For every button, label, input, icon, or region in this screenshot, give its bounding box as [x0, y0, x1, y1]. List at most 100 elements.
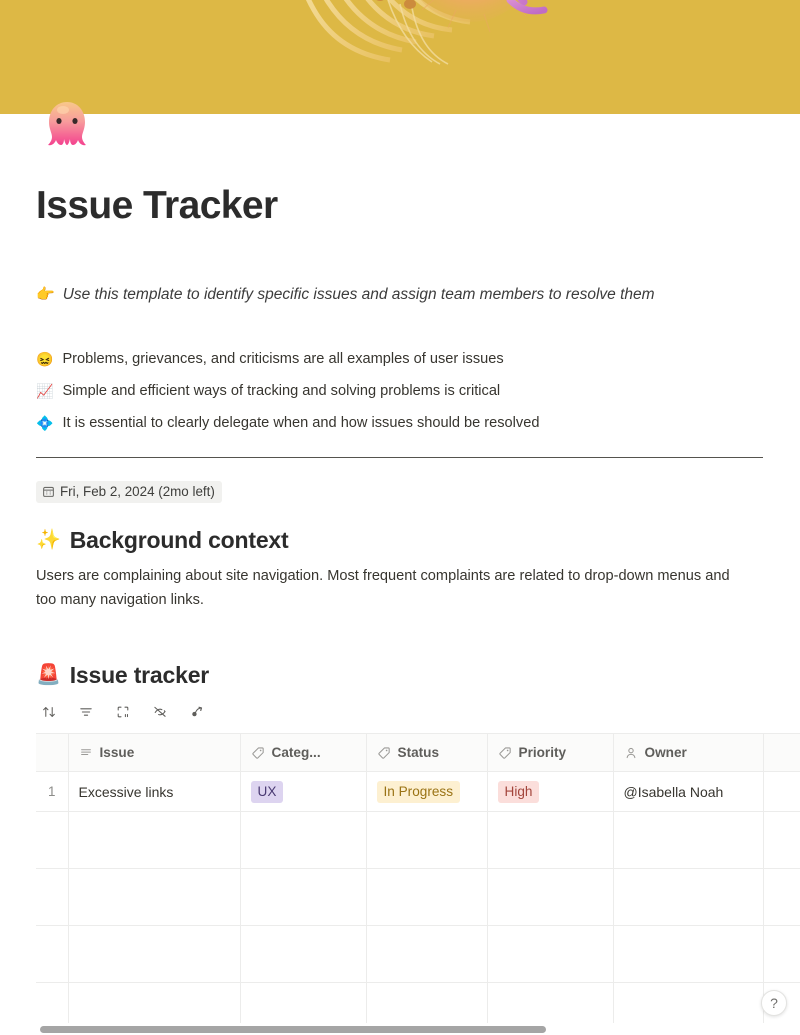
column-header-priority[interactable]: Priority: [487, 733, 614, 772]
list-item: 📈 Simple and efficient ways of tracking …: [36, 380, 764, 402]
automation-icon[interactable]: [187, 702, 207, 722]
empty-cell: [366, 811, 488, 869]
intro-text: Use this template to identify specific i…: [62, 286, 655, 303]
tag-icon: [377, 746, 391, 760]
rotating-light-emoji: 🚨: [36, 664, 61, 686]
filter-icon[interactable]: [76, 702, 96, 722]
pointing-right-emoji: 👉: [36, 286, 55, 303]
column-header-owner[interactable]: Owner: [613, 733, 764, 772]
empty-cell: [487, 811, 614, 869]
date-property-pill[interactable]: Fri, Feb 2, 2024 (2mo left): [36, 481, 222, 503]
layout-icon[interactable]: [113, 702, 133, 722]
cell-priority[interactable]: High: [487, 771, 614, 812]
intro-line: 👉 Use this template to identify specific…: [36, 284, 764, 306]
table-empty-row: [36, 811, 800, 869]
sort-icon[interactable]: [39, 702, 59, 722]
empty-cell: [763, 925, 800, 983]
empty-cell: [68, 925, 241, 983]
category-badge: UX: [250, 780, 284, 803]
database-toolbar: [36, 701, 764, 723]
empty-cell: [487, 925, 614, 983]
empty-cell: [240, 925, 367, 983]
table-header-row: Issue Categ... Status Priority Owner: [36, 733, 800, 772]
horizontal-scrollbar[interactable]: [0, 1024, 800, 1035]
empty-cell: [366, 925, 488, 983]
page-title[interactable]: Issue Tracker: [36, 182, 764, 230]
empty-cell: [613, 925, 764, 983]
empty-cell: [613, 811, 764, 869]
list-item: 😖 Problems, grievances, and criticisms a…: [36, 348, 764, 370]
cell-spacer: [763, 771, 800, 812]
table-empty-row: [36, 925, 800, 983]
column-label: Status: [397, 745, 440, 760]
list-item-label: Problems, grievances, and criticisms are…: [62, 351, 504, 367]
row-number-empty: [36, 868, 69, 926]
cell-category[interactable]: UX: [240, 771, 367, 812]
notion-page: Issue Tracker 👉 Use this template to ide…: [0, 0, 800, 1035]
calendar-icon: [42, 485, 55, 498]
help-label: ?: [770, 995, 778, 1011]
heading-label: Issue tracker: [69, 662, 210, 688]
row-number-empty: [36, 925, 69, 983]
diamond-dot-emoji: 💠: [36, 415, 54, 431]
column-header-spacer: [763, 733, 800, 772]
column-header-category[interactable]: Categ...: [240, 733, 367, 772]
column-label: Categ...: [271, 745, 321, 760]
issue-tracker-table: Issue Categ... Status Priority Owner 1 E…: [36, 733, 800, 1023]
page-content: Issue Tracker 👉 Use this template to ide…: [36, 114, 764, 723]
table-row[interactable]: 1 Excessive links UX In Progress High @I…: [36, 771, 800, 812]
background-context-heading[interactable]: ✨ Background context: [36, 525, 764, 555]
cell-status[interactable]: In Progress: [366, 771, 488, 812]
empty-cell: [240, 868, 367, 926]
row-number-empty: [36, 811, 69, 869]
empty-cell: [68, 868, 241, 926]
empty-cell: [240, 811, 367, 869]
empty-cell: [240, 982, 367, 1023]
person-icon: [624, 746, 638, 760]
list-item-label: It is essential to clearly delegate when…: [62, 415, 540, 431]
row-number-header: [36, 733, 69, 772]
empty-cell: [613, 982, 764, 1023]
background-context-body: Users are complaining about site navigat…: [36, 568, 730, 608]
issue-tracker-heading[interactable]: 🚨 Issue tracker: [36, 660, 764, 690]
column-header-issue[interactable]: Issue: [68, 733, 241, 772]
empty-cell: [613, 868, 764, 926]
empty-cell: [366, 868, 488, 926]
priority-badge: High: [497, 780, 540, 803]
cell-owner[interactable]: @Isabella Noah: [613, 771, 764, 812]
empty-cell: [68, 811, 241, 869]
bullet-list: 😖 Problems, grievances, and criticisms a…: [36, 348, 764, 434]
empty-cell: [68, 982, 241, 1023]
cell-issue[interactable]: Excessive links: [68, 771, 241, 812]
heading-label: Background context: [69, 527, 289, 553]
column-label: Issue: [99, 745, 135, 760]
empty-cell: [366, 982, 488, 1023]
hide-eye-icon[interactable]: [150, 702, 170, 722]
table-empty-row: [36, 982, 800, 1023]
column-label: Priority: [518, 745, 567, 760]
confounded-face-emoji: 😖: [36, 351, 54, 367]
scrollbar-thumb[interactable]: [40, 1026, 546, 1033]
octopus-emoji[interactable]: [40, 99, 94, 153]
tag-icon: [498, 746, 512, 760]
table-empty-row: [36, 868, 800, 926]
status-badge: In Progress: [376, 780, 461, 803]
column-label: Owner: [644, 745, 687, 760]
text-lines-icon: [79, 746, 93, 760]
empty-cell: [487, 982, 614, 1023]
empty-cell: [763, 811, 800, 869]
column-header-status[interactable]: Status: [366, 733, 488, 772]
empty-cell: [487, 868, 614, 926]
row-number-empty: [36, 982, 69, 1023]
chart-increasing-emoji: 📈: [36, 383, 54, 399]
horizontal-divider: [36, 457, 763, 458]
help-button[interactable]: ?: [761, 990, 787, 1016]
tag-icon: [251, 746, 265, 760]
cover-artwork: [238, 0, 584, 114]
empty-cell: [763, 868, 800, 926]
page-cover[interactable]: [0, 0, 800, 114]
date-row: Fri, Feb 2, 2024 (2mo left): [36, 481, 764, 503]
row-number: 1: [36, 771, 69, 812]
sparkles-emoji: ✨: [36, 529, 61, 551]
list-item-label: Simple and efficient ways of tracking an…: [62, 383, 501, 399]
